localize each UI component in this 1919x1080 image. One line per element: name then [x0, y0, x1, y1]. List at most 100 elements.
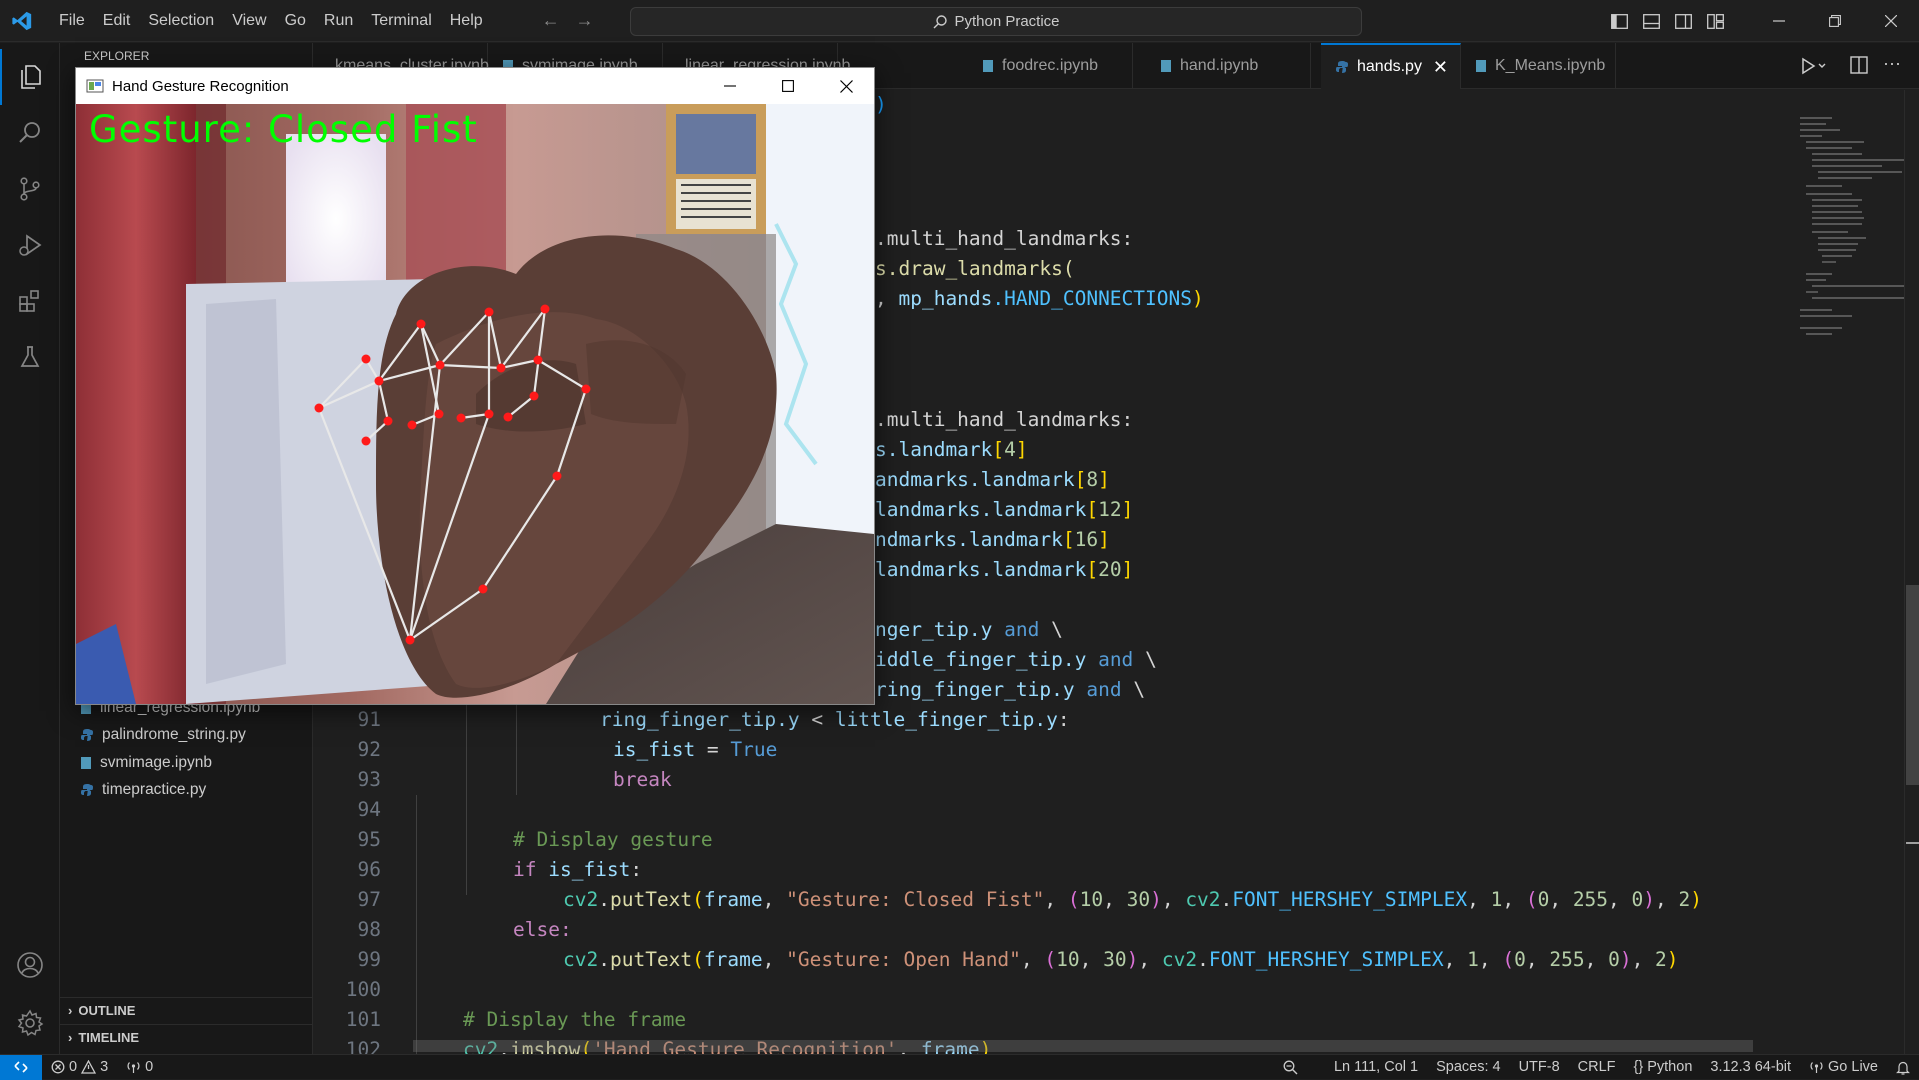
run-python-file-icon[interactable] [1800, 55, 1828, 82]
tab-label: hand.ipynb [1180, 57, 1259, 74]
encoding[interactable]: UTF-8 [1510, 1055, 1569, 1080]
code-line: cv2.putText(frame, "Gesture: Closed Fist… [563, 888, 1703, 911]
zoom-indicator[interactable] [1274, 1055, 1307, 1080]
remote-icon [14, 1061, 28, 1073]
indentation[interactable]: Spaces: 4 [1427, 1055, 1510, 1080]
minimap[interactable] [1782, 90, 1904, 1054]
line-number: 97 [357, 888, 381, 911]
close-tab-icon[interactable]: ✕ [1433, 57, 1448, 78]
account-icon[interactable] [0, 937, 60, 993]
run-debug-icon[interactable] [0, 217, 60, 273]
timeline-label: TIMELINE [78, 1030, 140, 1045]
line-number: 91 [357, 708, 381, 731]
command-center-search[interactable]: Python Practice [630, 7, 1362, 36]
chevron-right-icon: › [68, 1030, 73, 1045]
menu-run[interactable]: Run [315, 0, 362, 42]
outline-section[interactable]: › OUTLINE [60, 997, 313, 1023]
broadcast-icon [1810, 1062, 1823, 1073]
remote-window-button[interactable] [0, 1054, 42, 1080]
code-line: if is_fist: [513, 858, 643, 881]
menu-view[interactable]: View [223, 0, 275, 42]
line-number: 93 [357, 768, 381, 791]
code-fragment: iddle_finger_tip.y and \ [875, 648, 1157, 671]
close-window-icon[interactable] [1863, 0, 1919, 42]
file-item[interactable]: timepractice.py [60, 776, 313, 803]
line-number: 100 [345, 978, 381, 1001]
settings-gear-icon[interactable] [0, 995, 60, 1051]
source-control-icon[interactable] [0, 161, 60, 217]
braces-icon: {} [1633, 1059, 1644, 1075]
code-fragment: .multi_hand_landmarks: [875, 408, 1134, 431]
menu-go[interactable]: Go [276, 0, 315, 42]
line-number: 92 [357, 738, 381, 761]
line-number: 101 [345, 1008, 381, 1031]
scroll-position-marker [1906, 842, 1919, 844]
notebook-file-icon [983, 60, 993, 72]
file-name: timepractice.py [102, 780, 207, 798]
cursor-position[interactable]: Ln 111, Col 1 [1325, 1055, 1427, 1080]
code-line: break [613, 768, 672, 791]
line-number: 95 [357, 828, 381, 851]
warning-count: 3 [100, 1059, 109, 1075]
file-name: palindrome_string.py [102, 725, 246, 743]
tab-hand[interactable]: hand.ipynb [1146, 43, 1311, 89]
timeline-section[interactable]: › TIMELINE [60, 1024, 313, 1050]
tab-k-means[interactable]: K_Means.ipynb [1461, 43, 1616, 89]
restore-icon[interactable] [1807, 0, 1863, 42]
menu-selection[interactable]: Selection [139, 0, 223, 42]
menu-help[interactable]: Help [441, 0, 492, 42]
explorer-icon[interactable] [0, 49, 60, 105]
line-number: 96 [357, 858, 381, 881]
ports-count: 0 [145, 1059, 154, 1075]
tab-hands-py[interactable]: hands.py ✕ [1321, 43, 1461, 89]
more-actions-icon[interactable]: ··· [1883, 53, 1901, 74]
code-line: # Display gesture [513, 828, 713, 851]
extensions-icon[interactable] [0, 273, 60, 329]
code-fragment: s.draw_landmarks( [875, 257, 1075, 280]
menu-terminal[interactable]: Terminal [362, 0, 440, 42]
vertical-scrollbar[interactable] [1904, 90, 1919, 1054]
language-mode[interactable]: {} Python [1625, 1055, 1702, 1080]
code-line: # Display the frame [463, 1008, 687, 1031]
forward-arrow-icon[interactable]: → [568, 10, 602, 31]
minimize-icon[interactable] [1751, 0, 1807, 42]
gesture-recognition-window[interactable]: Hand Gesture Recognition Gesture: Closed… [75, 67, 875, 705]
command-center-label: Python Practice [954, 13, 1060, 30]
toggle-secondary-sidebar-icon[interactable] [1667, 0, 1699, 42]
explorer-title: EXPLORER [84, 49, 150, 63]
tab-label: K_Means.ipynb [1495, 57, 1606, 74]
python-interpreter[interactable]: 3.12.3 64-bit [1701, 1055, 1800, 1080]
code-fragment: ) [875, 93, 887, 116]
notifications-bell-icon[interactable] [1887, 1055, 1919, 1080]
warning-icon [81, 1060, 97, 1074]
problems-indicator[interactable]: 0 3 [42, 1055, 117, 1080]
end-of-line[interactable]: CRLF [1569, 1055, 1625, 1080]
close-window-icon[interactable] [817, 68, 875, 104]
code-fragment: s.landmark[4] [875, 438, 1028, 461]
menu-edit[interactable]: Edit [94, 0, 140, 42]
file-item[interactable]: palindrome_string.py [60, 721, 313, 748]
file-item[interactable]: svmimage.ipynb [60, 749, 313, 776]
scrollbar-thumb[interactable] [1906, 585, 1919, 785]
ports-indicator[interactable]: 0 [117, 1055, 162, 1080]
customize-layout-icon[interactable] [1699, 0, 1731, 42]
back-arrow-icon[interactable]: ← [534, 10, 568, 31]
menu-file[interactable]: File [50, 0, 94, 42]
tab-foodrec[interactable]: foodrec.ipynb [968, 43, 1133, 89]
search-icon[interactable] [0, 105, 60, 161]
toggle-primary-sidebar-icon[interactable] [1603, 0, 1635, 42]
window-title-bar[interactable]: Hand Gesture Recognition [76, 68, 874, 104]
code-line: else: [513, 918, 572, 941]
webcam-scene [76, 104, 874, 704]
split-editor-icon[interactable] [1850, 56, 1868, 79]
toggle-panel-icon[interactable] [1635, 0, 1667, 42]
error-icon [51, 1060, 65, 1074]
horizontal-scrollbar[interactable] [413, 1040, 1753, 1052]
minimize-icon[interactable] [701, 68, 759, 104]
code-fragment: nger_tip.y and \ [875, 618, 1063, 641]
activity-bar [0, 43, 60, 1054]
go-live-button[interactable]: Go Live [1800, 1055, 1887, 1080]
maximize-icon[interactable] [759, 68, 817, 104]
testing-flask-icon[interactable] [0, 329, 60, 385]
line-number: 94 [357, 798, 381, 821]
